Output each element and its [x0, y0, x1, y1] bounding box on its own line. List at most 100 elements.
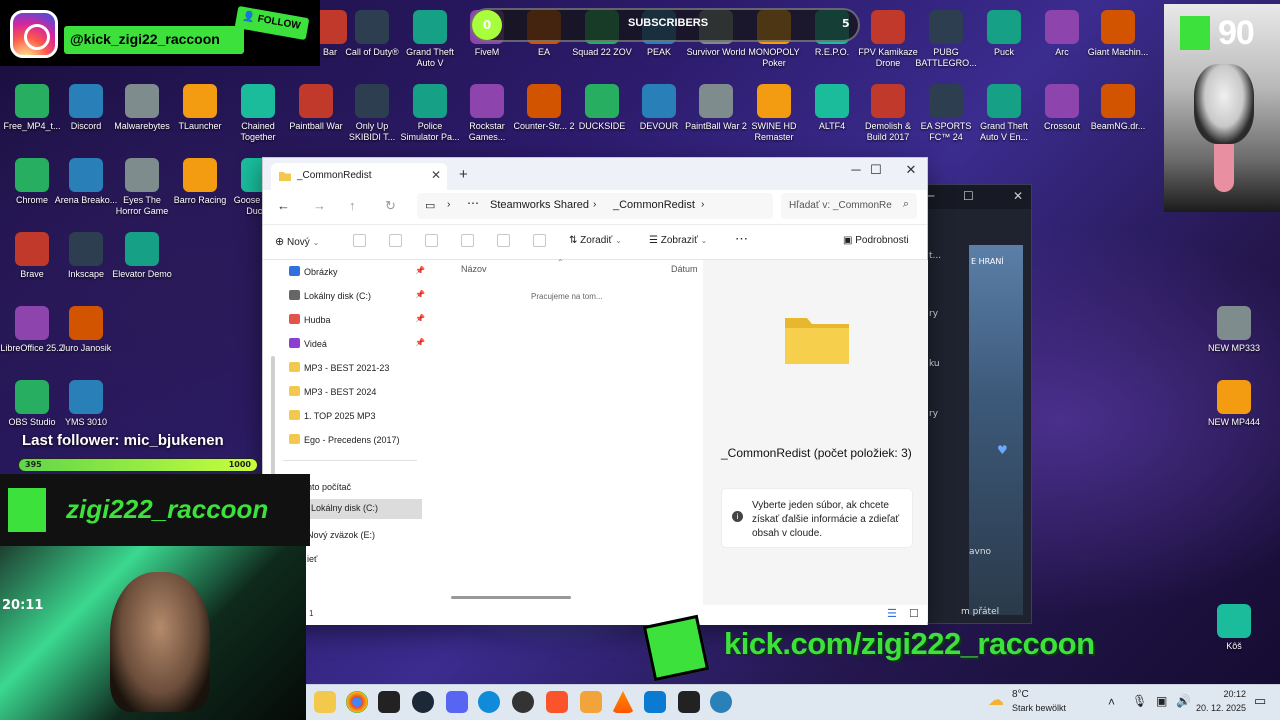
- search-input[interactable]: Hľadať v: _CommonRe ⌕: [781, 193, 917, 219]
- desktop-icon[interactable]: Barro Racing: [168, 158, 232, 206]
- desktop-icon[interactable]: PaintBall War 2: [684, 84, 748, 132]
- heart-icon[interactable]: ♥: [997, 443, 1008, 457]
- chrome-taskbar-icon[interactable]: [346, 691, 368, 713]
- desktop-icon[interactable]: Eyes The Horror Game: [110, 158, 174, 217]
- address-bar[interactable]: ▭ › ⋯ Steamworks Shared › _CommonRedist …: [417, 193, 773, 219]
- desktop-icon[interactable]: Crossout: [1030, 84, 1094, 132]
- close-tab-icon[interactable]: ✕: [431, 168, 441, 182]
- maximize-icon[interactable]: ☐: [861, 162, 891, 178]
- nav-item[interactable]: Obrázky 📌: [289, 266, 429, 286]
- desktop-icon[interactable]: TLauncher: [168, 84, 232, 132]
- nav-item[interactable]: MP3 - BEST 2024: [289, 386, 429, 406]
- epic-games-taskbar-icon[interactable]: [678, 691, 700, 713]
- desktop-icon[interactable]: Police Simulator Pa...: [398, 84, 462, 143]
- desktop-icon[interactable]: Giant Machin...: [1086, 10, 1150, 58]
- more-icon[interactable]: ⋯: [467, 196, 479, 210]
- share-icon[interactable]: [497, 234, 510, 247]
- back-arrow-icon[interactable]: ←: [277, 198, 290, 213]
- app-taskbar-icon[interactable]: [580, 691, 602, 713]
- new-button[interactable]: ⊕ Nový ⌄: [275, 235, 319, 248]
- background-window[interactable]: ─ ☐ ✕ t... E HRANÍ ry ku ry ♥ avno m přá…: [920, 184, 1032, 624]
- steam-taskbar-icon[interactable]: [710, 691, 732, 713]
- steam-taskbar-icon[interactable]: [412, 691, 434, 713]
- up-arrow-icon[interactable]: ↑: [349, 198, 356, 213]
- breadcrumb-item[interactable]: _CommonRedist: [613, 199, 695, 211]
- desktop-icon[interactable]: ALTF4: [800, 84, 864, 132]
- desktop-icon[interactable]: Chained Together: [226, 84, 290, 143]
- clock-date[interactable]: 20. 12. 2025: [1190, 703, 1246, 713]
- desktop-icon[interactable]: Juro Janosik: [54, 306, 118, 354]
- new-tab-icon[interactable]: +: [459, 166, 468, 183]
- nav-item[interactable]: 1. TOP 2025 MP3: [289, 410, 429, 430]
- tiles-view-icon[interactable]: ☐: [909, 607, 919, 620]
- desktop-icon[interactable]: Call of Duty®: [340, 10, 404, 58]
- desktop-icon[interactable]: DUCKSIDE: [570, 84, 634, 132]
- desktop-icon[interactable]: SWINE HD Remaster: [742, 84, 806, 143]
- desktop-icon[interactable]: Malwarebytes: [110, 84, 174, 132]
- cut-icon[interactable]: [353, 234, 366, 247]
- desktop-icon[interactable]: BeamNG.dr...: [1086, 84, 1150, 132]
- maximize-icon[interactable]: ☐: [963, 189, 974, 203]
- network-icon[interactable]: ▣: [1156, 694, 1167, 708]
- nav-item[interactable]: Videá 📌: [289, 338, 429, 358]
- desktop-icon[interactable]: Kôš: [1202, 604, 1266, 652]
- desktop-icon[interactable]: NEW MP333: [1202, 306, 1266, 354]
- column-header-date[interactable]: Dátum: [671, 264, 698, 274]
- desktop-icon[interactable]: Rockstar Games...: [455, 84, 519, 143]
- refresh-icon[interactable]: ↻: [385, 198, 396, 214]
- breadcrumb-item[interactable]: Steamworks Shared: [490, 199, 589, 211]
- notifications-icon[interactable]: ▭: [1254, 693, 1266, 709]
- desktop-icon[interactable]: FPV Kamikaze Drone: [856, 10, 920, 69]
- close-icon[interactable]: ✕: [1013, 189, 1023, 203]
- paste-icon[interactable]: [425, 234, 438, 247]
- desktop-icon[interactable]: Demolish & Build 2017: [856, 84, 920, 143]
- desktop-icon[interactable]: Arc: [1030, 10, 1094, 58]
- file-explorer-taskbar-icon[interactable]: [314, 691, 336, 713]
- desktop-icon[interactable]: Discord: [54, 84, 118, 132]
- file-explorer-window[interactable]: _CommonRedist ✕ + ─ ☐ ✕ ← → ↑ ↻ ▭ › ⋯ St…: [262, 157, 928, 625]
- desktop-icon[interactable]: Only Up SKIBIDI T...: [340, 84, 404, 143]
- vlc-taskbar-icon[interactable]: [612, 691, 634, 713]
- file-list[interactable]: Názov ⌃ Dátum Pracujeme na tom...: [435, 258, 703, 605]
- minimize-icon[interactable]: ─: [927, 189, 934, 203]
- monitor-icon[interactable]: ▭: [425, 199, 435, 212]
- brave-taskbar-icon[interactable]: [546, 691, 568, 713]
- desktop-icon[interactable]: Inkscape: [54, 232, 118, 280]
- desktop-icon[interactable]: YMS 3010: [54, 380, 118, 428]
- search-icon[interactable]: ⌕: [903, 198, 909, 211]
- close-window-icon[interactable]: ✕: [896, 162, 926, 178]
- details-view-icon[interactable]: ☰: [887, 607, 897, 620]
- chevron-up-icon[interactable]: ˄: [1108, 695, 1115, 709]
- desktop-icon[interactable]: Grand Theft Auto V En...: [972, 84, 1036, 143]
- desktop-icon[interactable]: PUBG BATTLEGRO...: [914, 10, 978, 69]
- edge-taskbar-icon[interactable]: [478, 691, 500, 713]
- delete-icon[interactable]: [533, 234, 546, 247]
- column-header-name[interactable]: Názov: [461, 264, 487, 274]
- discord-taskbar-icon[interactable]: [446, 691, 468, 713]
- horizontal-scrollbar[interactable]: [451, 596, 571, 599]
- chevron-right-icon[interactable]: ›: [701, 199, 704, 210]
- obs-taskbar-icon[interactable]: [512, 691, 534, 713]
- desktop-icon[interactable]: EA SPORTS FC™ 24: [914, 84, 978, 143]
- app-taskbar-icon[interactable]: [644, 691, 666, 713]
- forward-arrow-icon[interactable]: →: [313, 198, 326, 213]
- desktop-icon[interactable]: Paintball War: [284, 84, 348, 132]
- nav-item[interactable]: Ego - Precedens (2017): [289, 434, 429, 454]
- view-button[interactable]: ☰ Zobraziť ⌄: [649, 235, 707, 246]
- microphone-icon[interactable]: 🎙: [1132, 694, 1147, 708]
- desktop-icon[interactable]: DEVOUR: [627, 84, 691, 132]
- details-button[interactable]: ▣ Podrobnosti: [843, 235, 909, 246]
- desktop-icon[interactable]: Puck: [972, 10, 1036, 58]
- volume-icon[interactable]: 🔊: [1176, 694, 1191, 708]
- nav-item[interactable]: MP3 - BEST 2021-23: [289, 362, 429, 382]
- desktop-icon[interactable]: Arena Breako...: [54, 158, 118, 206]
- nav-item[interactable]: Nový zväzok (E:): [307, 530, 447, 550]
- epic-games-taskbar-icon[interactable]: [378, 691, 400, 713]
- desktop-icon[interactable]: Elevator Demo: [110, 232, 174, 280]
- clock-time[interactable]: 20:12: [1200, 689, 1246, 699]
- more-options-icon[interactable]: ⋯: [735, 231, 748, 247]
- weather-icon[interactable]: ☁: [988, 690, 1004, 710]
- nav-item[interactable]: ieť: [307, 554, 447, 574]
- sort-button[interactable]: ⇅ Zoradiť ⌄: [569, 235, 622, 246]
- desktop-icon[interactable]: Grand Theft Auto V: [398, 10, 462, 69]
